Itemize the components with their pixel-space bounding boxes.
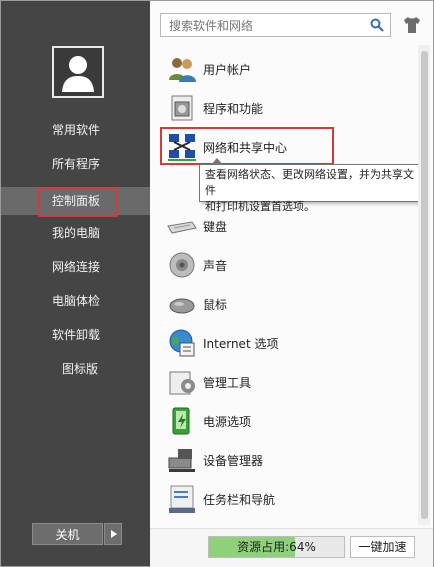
search-input[interactable] xyxy=(167,17,361,35)
shutdown-options-arrow-icon[interactable] xyxy=(104,523,122,545)
panel-item-mouse[interactable]: 鼠标 xyxy=(166,288,406,320)
sidebar-item-my-computer[interactable]: 我的电脑 xyxy=(1,219,150,247)
sidebar-item-icon-view[interactable]: 图标版 xyxy=(1,355,150,383)
tooltip: 查看网络状态、更改网络设置，并为共享文件 和打印机设置首选项。 xyxy=(199,164,420,213)
power-icon xyxy=(172,407,190,435)
scrollbar-thumb[interactable] xyxy=(421,51,428,519)
users-icon xyxy=(169,58,196,82)
shutdown-button[interactable]: 关机 xyxy=(32,523,103,545)
annotation-highlight-control-panel xyxy=(38,187,118,217)
skin-shirt-icon[interactable] xyxy=(402,15,422,35)
panel-item-taskbar-navigation[interactable]: 任务栏和导航 xyxy=(166,483,406,515)
device-manager-icon xyxy=(168,449,195,472)
panel-item-user-accounts[interactable]: 用户帐户 xyxy=(166,53,406,85)
panel-item-admin-tools[interactable]: 管理工具 xyxy=(166,366,406,398)
panel-item-programs-features[interactable]: 程序和功能 xyxy=(166,92,406,124)
avatar[interactable] xyxy=(52,46,104,98)
panel-item-device-manager[interactable]: 设备管理器 xyxy=(166,444,406,476)
panel-item-internet-options[interactable]: Internet 选项 xyxy=(166,327,406,359)
tooltip-line-1: 查看网络状态、更改网络设置，并为共享文件 xyxy=(205,168,414,197)
panel-item-power-options[interactable]: 电源选项 xyxy=(166,405,406,437)
speaker-icon xyxy=(169,252,195,278)
internet-icon xyxy=(169,329,195,357)
sidebar: 常用软件 所有程序 控制面板 我的电脑 网络连接 电脑体检 软件卸载 图标版 关… xyxy=(1,1,150,566)
admin-tools-icon xyxy=(169,371,195,395)
user-silhouette-icon xyxy=(62,56,94,92)
resource-usage-label: 资源占用:64% xyxy=(237,540,316,554)
search-icon[interactable] xyxy=(370,18,384,32)
keyboard-icon xyxy=(167,221,197,234)
app-window: 常用软件 所有程序 控制面板 我的电脑 网络连接 电脑体检 软件卸载 图标版 关… xyxy=(0,0,434,567)
annotation-highlight-network-sharing xyxy=(160,127,334,165)
resource-usage-bar: 资源占用:64% xyxy=(208,536,345,558)
panel-item-sound[interactable]: 声音 xyxy=(166,249,406,281)
taskbar-icon xyxy=(169,485,195,513)
search-box xyxy=(160,13,391,37)
sidebar-item-common-software[interactable]: 常用软件 xyxy=(1,116,150,144)
sidebar-item-pc-checkup[interactable]: 电脑体检 xyxy=(1,287,150,315)
sidebar-item-uninstall[interactable]: 软件卸载 xyxy=(1,321,150,349)
sidebar-item-all-programs[interactable]: 所有程序 xyxy=(1,150,150,178)
panel-item-keyboard[interactable]: 键盘 xyxy=(166,210,406,242)
one-click-accelerate-button[interactable]: 一键加速 xyxy=(350,536,415,558)
sidebar-item-network-connection[interactable]: 网络连接 xyxy=(1,253,150,281)
mouse-icon xyxy=(169,298,195,314)
programs-icon xyxy=(171,95,193,121)
